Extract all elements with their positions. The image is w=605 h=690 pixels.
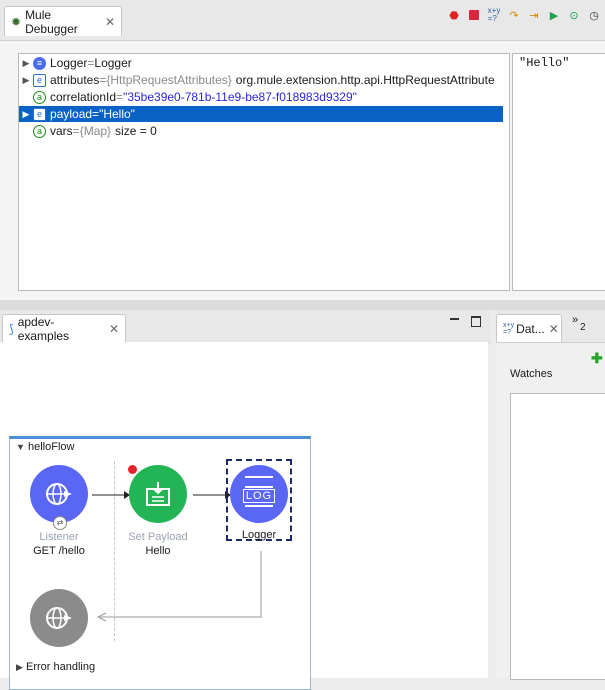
attribute-icon: a	[33, 124, 46, 138]
bug-icon: ✹	[11, 14, 22, 29]
globe-icon	[46, 607, 72, 629]
evaluate-icon[interactable]: x+y =?	[487, 7, 501, 23]
set-payload-title: Set Payload	[128, 531, 188, 543]
response-connector	[96, 551, 262, 622]
connector-arrow	[92, 491, 130, 499]
mule-config-icon: ⟆	[9, 321, 14, 336]
var-separator: =	[116, 90, 124, 104]
minimize-icon[interactable]	[450, 318, 459, 320]
logger-node[interactable]: LOG	[230, 465, 288, 523]
var-value: "35be39e0-781b-11e9-be87-f018983d9329"	[123, 90, 357, 104]
maximize-icon[interactable]	[471, 316, 481, 327]
tab-mule-debugger[interactable]: ✹ Mule Debugger ✕	[4, 6, 122, 36]
breakpoint-marker-icon[interactable]	[128, 465, 137, 474]
var-separator: =	[92, 107, 100, 121]
error-handling-label: Error handling	[25, 661, 96, 673]
tree-row-vars[interactable]: a vars = {Map} size = 0	[19, 123, 503, 139]
close-icon[interactable]: ✕	[109, 322, 119, 336]
debugger-tab-bar: ✹ Mule Debugger ✕ ⬣ x+y =? ↷ ⇥ ▶ ⊙ ◷	[0, 0, 605, 41]
debugger-toolbar: ⬣ x+y =? ↷ ⇥ ▶ ⊙ ◷	[447, 7, 601, 23]
error-handling-header[interactable]: ▶ Error handling	[16, 661, 95, 673]
collapse-arrow-icon[interactable]: ▼	[16, 442, 25, 452]
tab-data[interactable]: x+y =? Dat... ✕	[496, 314, 562, 342]
value-preview-panel[interactable]: "Hello"	[512, 53, 605, 291]
set-payload-icon	[146, 482, 170, 506]
globe-icon	[46, 483, 72, 505]
flow-container[interactable]: ▼ helloFlow ⇄ Listener GET /hello Set Pa…	[9, 436, 311, 690]
var-separator: =	[87, 56, 95, 70]
listener-response-node[interactable]	[30, 589, 88, 647]
tree-row-payload[interactable]: ▶ e payload = "Hello"	[19, 106, 503, 122]
close-icon[interactable]: ✕	[549, 322, 559, 336]
refresh-icon: ⇄	[53, 516, 67, 530]
tab-label: Mule Debugger	[25, 7, 78, 36]
var-type: {HttpRequestAttributes}	[106, 73, 232, 87]
set-payload-node[interactable]	[129, 465, 187, 523]
tab-label: apdev-examples	[17, 314, 70, 343]
tab-label: Dat...	[516, 321, 545, 336]
data-tab-bar: x+y =? Dat... ✕ » 2	[496, 310, 605, 343]
var-value: size = 0	[115, 124, 157, 138]
var-type: {Map}	[79, 124, 112, 138]
processor-icon: ≡	[33, 56, 46, 70]
history-icon[interactable]: ◷	[587, 8, 601, 22]
var-separator: =	[72, 124, 80, 138]
element-icon: e	[33, 107, 46, 121]
expand-arrow-icon[interactable]: ▶	[19, 58, 33, 69]
log-badge: LOG	[242, 488, 276, 503]
var-value: "Hello"	[99, 107, 135, 121]
expand-arrow-icon[interactable]: ▶	[19, 75, 33, 86]
step-over-icon[interactable]: ↷	[507, 8, 521, 22]
var-name: correlationId	[50, 90, 117, 104]
run-to-processor-icon[interactable]: ⊙	[567, 8, 581, 22]
flow-name: helloFlow	[27, 441, 75, 453]
attribute-icon: a	[33, 90, 46, 104]
more-tabs-count[interactable]: 2	[580, 322, 586, 333]
tree-row-logger[interactable]: ▶ ≡ Logger = Logger	[19, 55, 503, 71]
tree-row-correlation-id[interactable]: a correlationId = "35be39e0-781b-11e9-be…	[19, 89, 503, 105]
step-into-icon[interactable]: ⇥	[527, 8, 541, 22]
resume-icon[interactable]: ▶	[547, 8, 561, 22]
add-watch-icon[interactable]: ✚	[591, 350, 603, 367]
flow-header[interactable]: ▼ helloFlow	[16, 441, 74, 453]
more-tabs-icon[interactable]: »	[572, 314, 578, 326]
listener-title: Listener	[39, 531, 79, 543]
var-name: attributes	[50, 73, 100, 87]
variables-tree[interactable]: ▶ ≡ Logger = Logger ▶ e attributes = {Ht…	[18, 53, 510, 291]
var-separator: =	[99, 73, 107, 87]
var-name: Logger	[50, 56, 88, 70]
close-icon[interactable]: ✕	[105, 15, 115, 29]
connector-arrow	[193, 491, 231, 499]
editor-tab-bar: ⟆ apdev-examples ✕	[0, 310, 490, 343]
var-value: org.mule.extension.http.api.HttpRequestA…	[235, 73, 495, 87]
expand-arrow-icon[interactable]: ▶	[19, 109, 33, 120]
tab-apdev-examples[interactable]: ⟆ apdev-examples ✕	[2, 314, 126, 343]
expand-arrow-icon[interactable]: ▶	[16, 662, 23, 672]
horizontal-sash[interactable]	[0, 300, 605, 310]
element-icon: e	[33, 73, 46, 87]
watches-label: Watches	[510, 368, 553, 380]
logger-title: Logger	[241, 529, 277, 541]
listener-node[interactable]	[30, 465, 88, 523]
log-lines-icon	[245, 504, 273, 513]
breakpoint-icon[interactable]: ⬣	[447, 8, 461, 22]
var-name: vars	[50, 124, 73, 138]
var-value: Logger	[94, 56, 132, 70]
value-preview-text: "Hello"	[519, 56, 570, 70]
watches-list[interactable]	[510, 393, 605, 680]
var-name: payload	[50, 107, 93, 121]
stop-icon[interactable]	[467, 8, 481, 22]
log-lines-icon	[245, 475, 273, 488]
evaluate-icon: x+y =?	[503, 321, 515, 336]
tree-row-attributes[interactable]: ▶ e attributes = {HttpRequestAttributes}…	[19, 72, 503, 88]
